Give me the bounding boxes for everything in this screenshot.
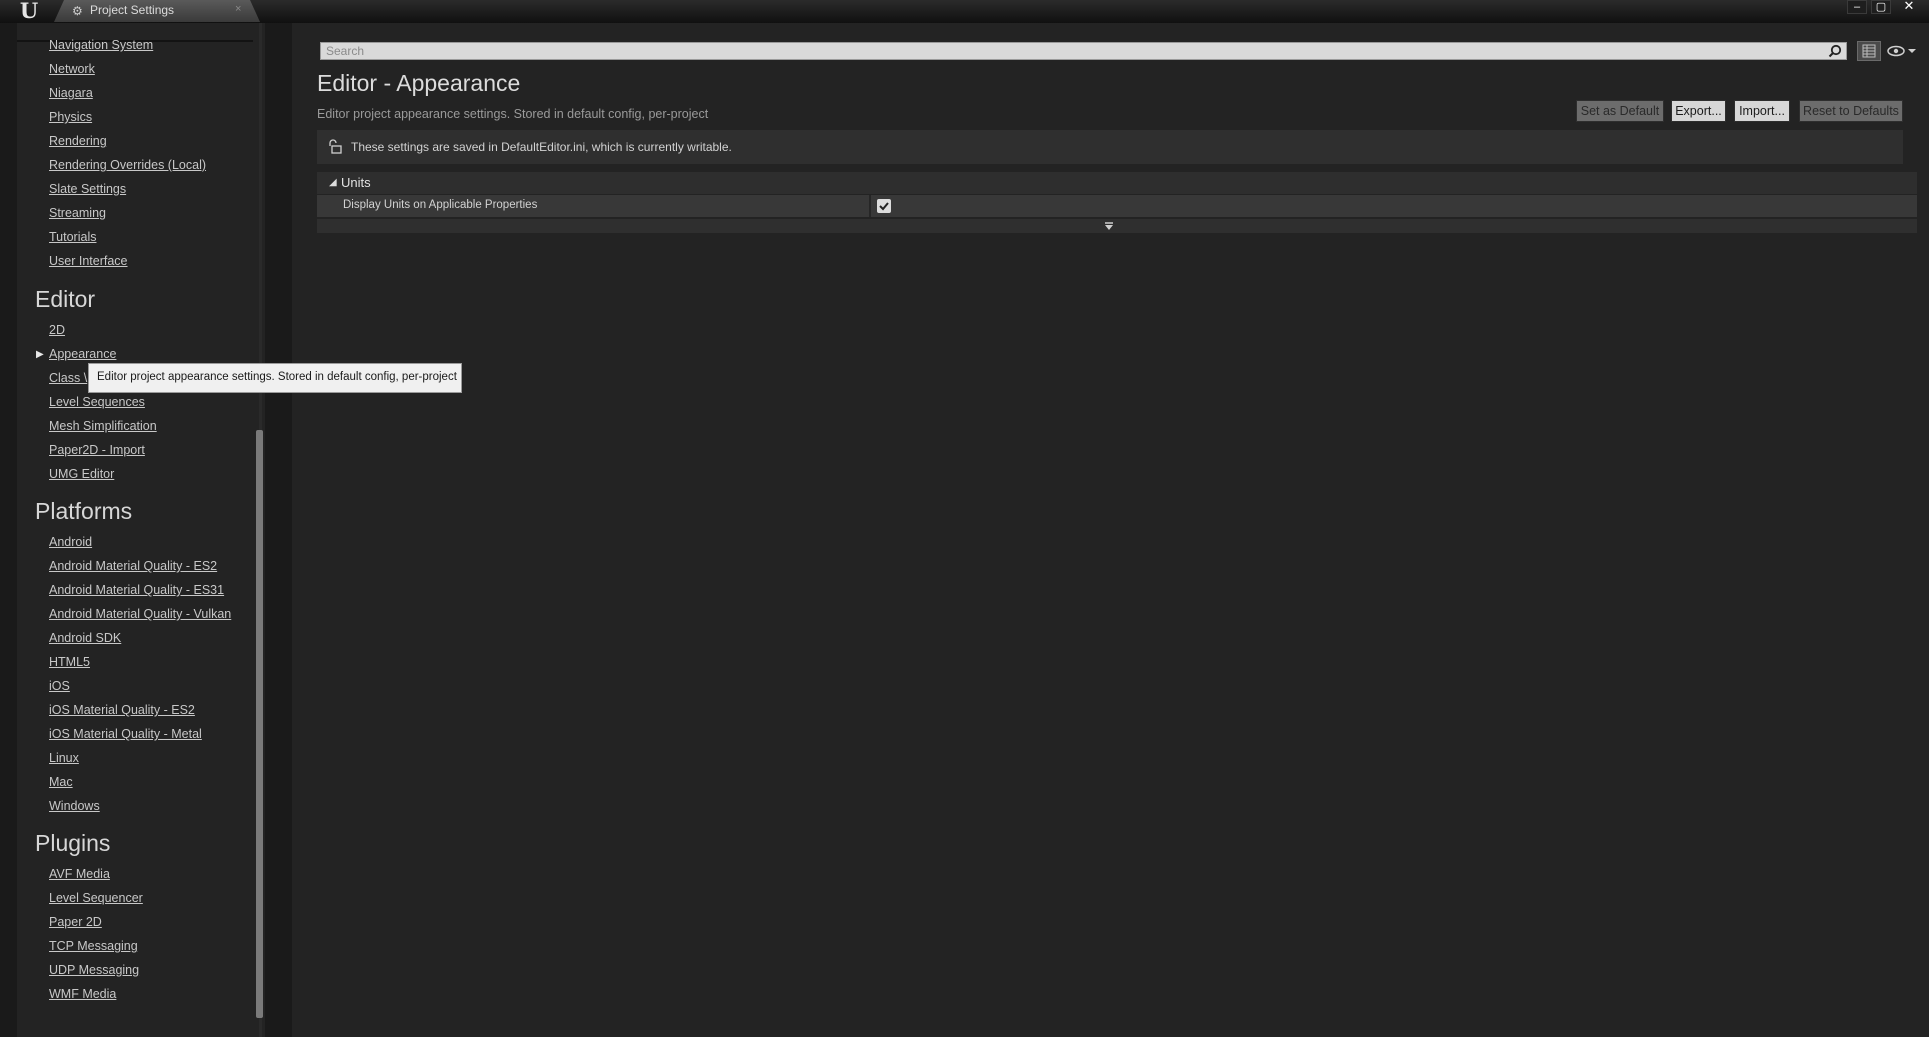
sidebar-item-html5[interactable]: HTML5 [49,655,90,669]
search-input[interactable]: Search [320,42,1847,60]
advanced-expander[interactable] [317,219,1917,233]
config-info-bar: These settings are saved in DefaultEdito… [317,130,1903,164]
unreal-logo-icon[interactable]: U [16,0,42,23]
tooltip-text: Editor project appearance settings. Stor… [97,371,457,383]
page-title: Editor - Appearance [317,70,521,96]
tooltip: Editor project appearance settings. Stor… [88,363,462,393]
sidebar-scrollbar[interactable] [256,430,263,1018]
sidebar-item-user-interface[interactable]: User Interface [49,254,128,268]
chevron-down-icon [1105,222,1113,230]
visibility-filter-button[interactable] [1886,43,1922,59]
section-header-plugins: Plugins [35,830,111,856]
sidebar-item-physics[interactable]: Physics [49,110,92,124]
export-button[interactable]: Export... [1671,100,1726,122]
column-splitter[interactable] [869,195,871,217]
sidebar-item-tcp-messaging[interactable]: TCP Messaging [49,939,138,953]
sidebar-item-android-material-quality-es31[interactable]: Android Material Quality - ES31 [49,583,224,597]
selected-arrow-icon: ▶ [36,349,44,360]
collapse-arrow-icon[interactable]: ◢ [329,177,337,188]
display-units-checkbox[interactable] [877,199,891,213]
sidebar-item-ios-material-quality-metal[interactable]: iOS Material Quality - Metal [49,727,202,741]
set-as-default-button[interactable]: Set as Default [1576,100,1664,122]
maximize-button[interactable]: ▢ [1871,0,1891,14]
sidebar-item-linux[interactable]: Linux [49,751,79,765]
minimize-button[interactable]: – [1847,0,1867,14]
config-info-text: These settings are saved in DefaultEdito… [351,140,732,154]
sidebar-item-level-sequences[interactable]: Level Sequences [49,395,145,409]
sidebar-item-wmf-media[interactable]: WMF Media [49,987,116,1001]
unlocked-icon [329,139,342,154]
sidebar-item-slate-settings[interactable]: Slate Settings [49,182,126,196]
sidebar-item-avf-media[interactable]: AVF Media [49,867,110,881]
checkmark-icon [879,202,889,211]
title-bar: U ⚙ Project Settings × – ▢ ✕ [0,0,1929,23]
tab-project-settings[interactable]: ⚙ Project Settings × [54,0,260,22]
tab-close-button[interactable]: × [235,3,241,15]
sidebar-item-mac[interactable]: Mac [49,775,73,789]
sidebar-item-class[interactable]: Class \ [49,371,87,385]
gear-icon: ⚙ [72,4,83,18]
sidebar-item-niagara[interactable]: Niagara [49,86,93,100]
import-button[interactable]: Import... [1734,100,1790,122]
sidebar-item-paper2d-import[interactable]: Paper2D - Import [49,443,145,457]
sidebar-item-udp-messaging[interactable]: UDP Messaging [49,963,139,977]
sidebar-item-paper-2d[interactable]: Paper 2D [49,915,102,929]
sidebar-item-android-sdk[interactable]: Android SDK [49,631,121,645]
search-icon[interactable] [1828,44,1842,58]
page-subtitle: Editor project appearance settings. Stor… [317,107,709,121]
sidebar-item-tutorials[interactable]: Tutorials [49,230,96,244]
eye-icon [1887,45,1916,57]
sidebar-item-level-sequencer[interactable]: Level Sequencer [49,891,143,905]
section-header-editor: Editor [35,286,96,312]
sidebar-item-navigation-system[interactable]: Navigation System [49,38,153,52]
settings-sidebar [17,23,265,1037]
main-panel-edge [290,23,292,1037]
sidebar-item-android[interactable]: Android [49,535,92,549]
sidebar-item-network[interactable]: Network [49,62,95,76]
sidebar-item-ios[interactable]: iOS [49,679,70,693]
sidebar-item-ios-material-quality-es2[interactable]: iOS Material Quality - ES2 [49,703,195,717]
sidebar-item-android-material-quality-vulkan[interactable]: Android Material Quality - Vulkan [49,607,231,621]
grid-list-icon [1862,44,1876,58]
sidebar-item-rendering-overrides-local[interactable]: Rendering Overrides (Local) [49,158,206,172]
property-row-display-units: Display Units on Applicable Properties [317,195,1917,217]
reset-to-defaults-button[interactable]: Reset to Defaults [1799,100,1903,122]
sidebar-item-rendering[interactable]: Rendering [49,134,107,148]
close-window-button[interactable]: ✕ [1899,0,1919,14]
section-header-platforms: Platforms [35,498,133,524]
category-units[interactable]: ◢ Units [317,172,1917,194]
sidebar-item-2d[interactable]: 2D [49,323,65,337]
sidebar-item-streaming[interactable]: Streaming [49,206,106,220]
tab-title: Project Settings [90,3,175,17]
sidebar-item-android-material-quality-es2[interactable]: Android Material Quality - ES2 [49,559,217,573]
sidebar-item-mesh-simplification[interactable]: Mesh Simplification [49,419,157,433]
sidebar-item-windows[interactable]: Windows [49,799,100,813]
sidebar-item-umg-editor[interactable]: UMG Editor [49,467,114,481]
property-label: Display Units on Applicable Properties [343,199,538,211]
category-label: Units [341,175,371,190]
search-placeholder: Search [326,44,365,58]
view-options-button[interactable] [1857,41,1881,61]
sidebar-item-appearance[interactable]: Appearance [49,347,116,361]
